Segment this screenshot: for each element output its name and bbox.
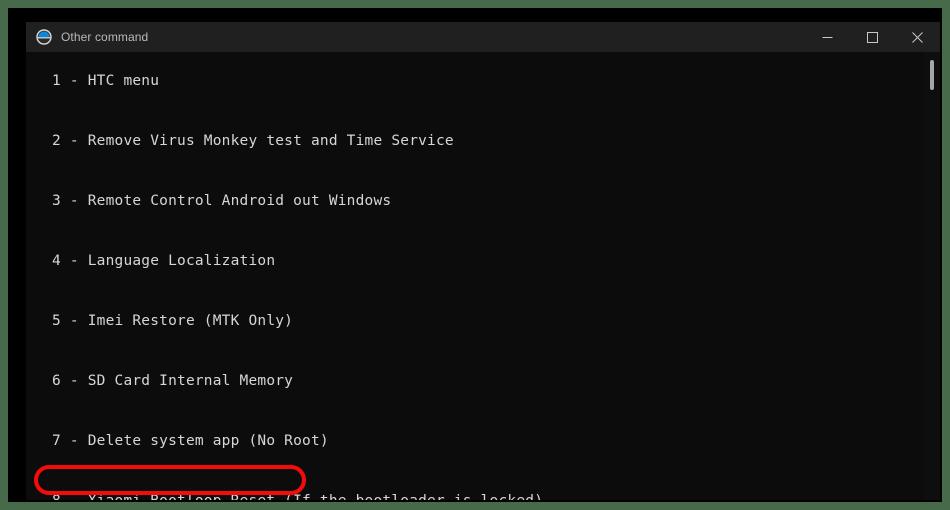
console-line: 6 - SD Card Internal Memory <box>52 373 294 389</box>
console-line: 3 - Remote Control Android out Windows <box>52 193 392 209</box>
black-matte: Other command 1 - HTC menu 2 - Remove Vi… <box>8 8 942 502</box>
console-lines: 1 - HTC menu 2 - Remove Virus Monkey test… <box>26 52 916 500</box>
maximize-button[interactable] <box>850 22 895 52</box>
console-output-area[interactable]: 1 - HTC menu 2 - Remove Virus Monkey test… <box>26 52 940 500</box>
console-line: 1 - HTC menu <box>52 73 160 89</box>
window-controls <box>805 22 940 52</box>
minimize-button[interactable] <box>805 22 850 52</box>
console-line: 5 - Imei Restore (MTK Only) <box>52 313 294 329</box>
terminal-app-icon <box>36 29 52 45</box>
vertical-scrollbar[interactable] <box>924 52 940 500</box>
window-titlebar[interactable]: Other command <box>26 22 940 52</box>
outer-green-frame: Other command 1 - HTC menu 2 - Remove Vi… <box>0 0 950 510</box>
close-button[interactable] <box>895 22 940 52</box>
console-line: 2 - Remove Virus Monkey test and Time Se… <box>52 133 454 149</box>
console-line: 4 - Language Localization <box>52 253 276 269</box>
terminal-window: Other command 1 - HTC menu 2 - Remove Vi… <box>26 22 940 500</box>
console-line: 7 - Delete system app (No Root) <box>52 433 329 449</box>
scrollbar-thumb[interactable] <box>930 60 934 90</box>
console-line: 8 - Xiaomi Bootloop Reset (If the bootlo… <box>26 486 916 500</box>
window-title: Other command <box>61 30 149 44</box>
